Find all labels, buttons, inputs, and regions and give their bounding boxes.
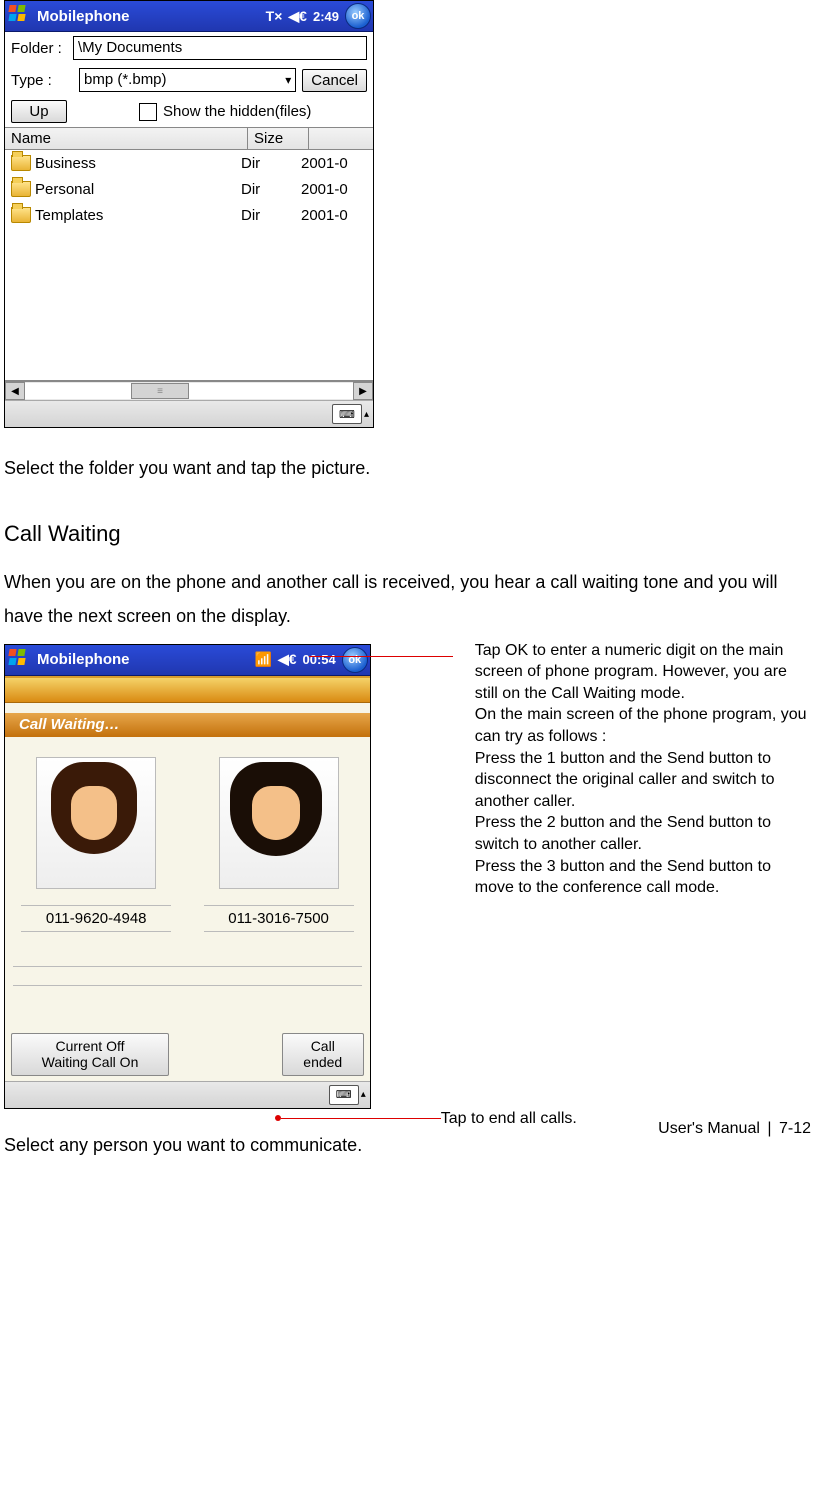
caller-card[interactable]: 011-3016-7500 xyxy=(204,757,354,932)
clock-text: 00:54 xyxy=(303,652,336,667)
folder-icon xyxy=(11,207,31,223)
scroll-left-icon[interactable]: ◀ xyxy=(5,382,25,400)
keyboard-icon[interactable]: ⌨ xyxy=(329,1085,359,1105)
filelist: Business Dir 2001-0 Personal Dir 2001-0 … xyxy=(5,150,373,381)
file-picker-screenshot: Mobilephone T× ◀€ 2:49 ok Folder : \My D… xyxy=(4,0,374,428)
call-waiting-status: Call Waiting… xyxy=(5,713,370,737)
folder-label: Folder : xyxy=(11,40,73,57)
type-dropdown[interactable]: bmp (*.bmp) xyxy=(79,68,296,92)
title-text: Mobilephone xyxy=(37,651,130,668)
caller-number: 011-9620-4948 xyxy=(21,905,171,932)
callout-line xyxy=(281,1118,441,1119)
caller-card[interactable]: 011-9620-4948 xyxy=(21,757,171,932)
page-footer: User's Manual | 7-12 xyxy=(658,1120,811,1138)
scroll-right-icon[interactable]: ▶ xyxy=(353,382,373,400)
call-ended-button[interactable]: Call ended xyxy=(282,1033,364,1075)
avatar xyxy=(219,757,339,889)
annotation-ok: Tap OK to enter a numeric digit on the m… xyxy=(475,640,811,899)
scroll-thumb[interactable] xyxy=(131,383,189,399)
show-hidden-checkbox[interactable] xyxy=(139,103,157,121)
list-item[interactable]: Personal Dir 2001-0 xyxy=(5,176,373,202)
caller-number: 011-3016-7500 xyxy=(204,905,354,932)
chevron-up-icon[interactable]: ▴ xyxy=(364,409,369,420)
signal-icon[interactable]: 📶 xyxy=(255,651,272,668)
ok-button[interactable]: ok xyxy=(345,3,371,29)
signal-off-icon[interactable]: T× xyxy=(266,8,283,24)
toggle-call-button[interactable]: Current Off Waiting Call On xyxy=(11,1033,169,1075)
annotation-call-ended: Tap to end all calls. xyxy=(441,1108,577,1130)
start-flag-icon[interactable] xyxy=(7,3,33,29)
type-label: Type : xyxy=(11,72,73,89)
banner-stripe xyxy=(5,678,370,703)
folder-icon xyxy=(11,181,31,197)
ok-button[interactable]: ok xyxy=(342,647,368,673)
avatar xyxy=(36,757,156,889)
folder-icon xyxy=(11,155,31,171)
instruction-select-folder: Select the folder you want and tap the p… xyxy=(4,456,811,481)
titlebar: Mobilephone 📶 ◀€ 00:54 ok xyxy=(5,645,370,676)
bottombar: ⌨ ▴ xyxy=(5,400,373,427)
speaker-icon[interactable]: ◀€ xyxy=(288,8,307,25)
keyboard-icon[interactable]: ⌨ xyxy=(332,404,362,424)
heading-call-waiting: Call Waiting xyxy=(4,521,811,547)
speaker-icon[interactable]: ◀€ xyxy=(278,651,297,668)
callout-line xyxy=(309,656,453,657)
filelist-header[interactable]: Name Size xyxy=(5,127,373,150)
col-name[interactable]: Name xyxy=(5,128,248,149)
folder-input[interactable]: \My Documents xyxy=(73,36,367,60)
list-item[interactable]: Business Dir 2001-0 xyxy=(5,150,373,176)
call-waiting-screenshot: Mobilephone 📶 ◀€ 00:54 ok Call Waiting… xyxy=(4,644,371,1109)
show-hidden-label: Show the hidden(files) xyxy=(163,103,311,120)
title-text: Mobilephone xyxy=(37,8,130,25)
titlebar: Mobilephone T× ◀€ 2:49 ok xyxy=(5,1,373,32)
col-size[interactable]: Size xyxy=(248,128,309,149)
list-item[interactable]: Templates Dir 2001-0 xyxy=(5,202,373,228)
col-date[interactable] xyxy=(309,128,373,149)
paragraph-call-waiting: When you are on the phone and another ca… xyxy=(4,565,811,633)
cancel-button[interactable]: Cancel xyxy=(302,69,367,92)
scrollbar-horizontal[interactable]: ◀ ▶ xyxy=(5,381,373,400)
bottombar: ⌨ ▴ xyxy=(5,1081,370,1108)
up-button[interactable]: Up xyxy=(11,100,67,123)
chevron-up-icon[interactable]: ▴ xyxy=(361,1089,366,1100)
clock-text: 2:49 xyxy=(313,9,339,24)
start-flag-icon[interactable] xyxy=(7,647,33,673)
